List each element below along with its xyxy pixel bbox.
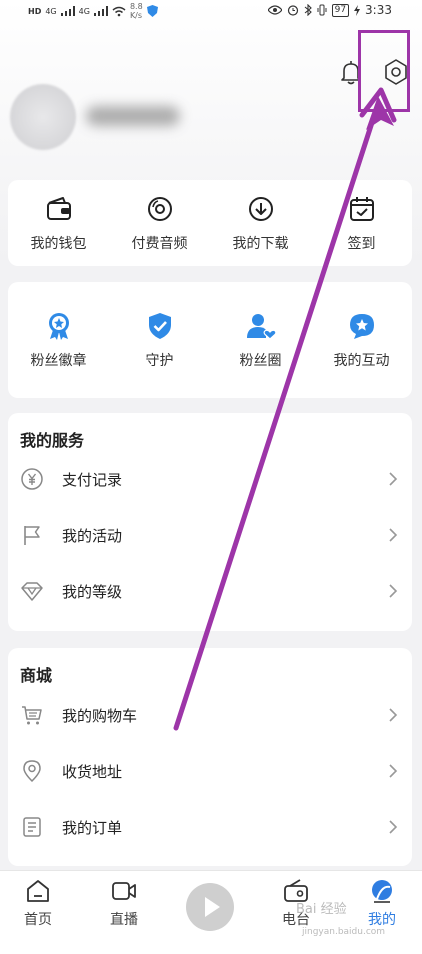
location-icon (23, 760, 41, 783)
hd-label: HD (28, 6, 42, 16)
service-row-activities[interactable]: 我的活动 (8, 515, 412, 555)
services-card: 我的服务 支付记录 我的活动 我的等级 (8, 413, 412, 631)
battery-level: 97 (331, 3, 350, 17)
watermark: Bai 经验 (296, 902, 347, 917)
chevron-right-icon (389, 528, 398, 542)
quick-action-wallet[interactable]: 我的钱包 (8, 180, 109, 266)
chevron-right-icon (389, 820, 398, 834)
vibrate-icon (317, 4, 327, 16)
services-title: 我的服务 (20, 431, 85, 450)
status-bar: HD 4G 4G 8.8 K/s 97 3:33 (0, 0, 422, 24)
fan-actions-card: 粉丝徽章 守护 粉丝圈 我的互动 (8, 282, 412, 398)
status-right: 97 3:33 (267, 3, 392, 17)
fan-circle-icon (246, 314, 276, 340)
cart-icon (22, 706, 42, 725)
shield-check-icon (148, 313, 171, 339)
chevron-right-icon (389, 472, 398, 486)
fan-action-label: 我的互动 (333, 353, 390, 369)
username-blurred[interactable] (86, 106, 180, 126)
mall-label: 我的购物车 (62, 706, 138, 725)
mall-label: 收货地址 (62, 762, 123, 781)
mall-row-address[interactable]: 收货地址 (8, 751, 412, 791)
shield-status-icon (146, 5, 158, 17)
yen-icon (21, 468, 43, 490)
bluetooth-icon (304, 4, 312, 16)
calendar-check-icon (349, 197, 374, 221)
mall-card: 商城 我的购物车 收货地址 我的订单 (8, 648, 412, 866)
play-icon (205, 897, 220, 917)
quick-action-downloads[interactable]: 我的下载 (210, 180, 311, 266)
chevron-right-icon (389, 708, 398, 722)
speed-readout: 8.8 K/s (130, 2, 143, 20)
diamond-icon (21, 582, 43, 601)
eye-icon (267, 5, 282, 15)
service-label: 我的等级 (62, 582, 123, 601)
live-camera-icon (112, 882, 136, 900)
wifi-icon (112, 6, 126, 16)
tab-label: 首页 (24, 912, 52, 928)
alarm-icon (287, 5, 298, 16)
fan-action-label: 粉丝圈 (239, 353, 282, 369)
order-icon (23, 817, 41, 837)
service-label: 我的活动 (62, 526, 123, 545)
chevron-right-icon (389, 584, 398, 598)
medal-icon (48, 313, 69, 340)
signal-icon (60, 6, 75, 16)
star-bubble-icon (349, 314, 374, 339)
quick-action-label: 签到 (347, 236, 376, 252)
mall-row-cart[interactable]: 我的购物车 (8, 695, 412, 735)
fan-action-label: 粉丝徽章 (30, 353, 87, 369)
mall-label: 我的订单 (62, 818, 123, 837)
watermark-url: jingyan.baidu.com (302, 927, 386, 937)
network-4g-label-2: 4G (78, 6, 90, 16)
service-label: 支付记录 (62, 470, 123, 489)
avatar[interactable] (10, 84, 76, 150)
annotation-highlight-box (358, 30, 410, 112)
quick-actions-card: 我的钱包 付费音频 我的下载 签到 (8, 180, 412, 266)
download-icon (248, 197, 273, 221)
play-button[interactable] (186, 883, 234, 931)
status-left: HD 4G 4G 8.8 K/s (28, 2, 158, 20)
speed-value: 8.8 (129, 2, 143, 11)
flag-icon (24, 526, 40, 545)
network-4g-label: 4G (45, 6, 57, 16)
profile-icon (372, 880, 392, 903)
fan-action-badge[interactable]: 粉丝徽章 (8, 282, 109, 398)
speed-unit: K/s (129, 11, 143, 20)
quick-action-label: 我的钱包 (30, 236, 87, 252)
tab-label: 直播 (110, 912, 138, 928)
tab-me[interactable]: 我的 (352, 877, 412, 929)
fan-action-label: 守护 (145, 353, 174, 369)
mall-row-orders[interactable]: 我的订单 (8, 807, 412, 847)
fan-action-guard[interactable]: 守护 (109, 282, 210, 398)
bottom-tab-bar: 首页 直播 电台 我的 Bai 经验 jingyan.baidu.com (0, 870, 422, 954)
signal-icon-2 (93, 6, 108, 16)
quick-action-label: 付费音频 (131, 236, 188, 252)
quick-action-paid-audio[interactable]: 付费音频 (109, 180, 210, 266)
quick-action-label: 我的下载 (232, 236, 289, 252)
disc-icon (147, 197, 172, 221)
charging-icon (354, 4, 361, 16)
chevron-right-icon (389, 764, 398, 778)
quick-action-checkin[interactable]: 签到 (311, 180, 412, 266)
home-icon (27, 880, 49, 902)
service-row-level[interactable]: 我的等级 (8, 571, 412, 611)
fan-action-interaction[interactable]: 我的互动 (311, 282, 412, 398)
tab-label: 我的 (368, 912, 396, 928)
clock: 3:33 (365, 3, 392, 17)
wallet-icon (46, 197, 71, 220)
tab-home[interactable]: 首页 (8, 877, 68, 929)
tab-live[interactable]: 直播 (94, 877, 154, 929)
fan-action-circle[interactable]: 粉丝圈 (210, 282, 311, 398)
service-row-payment[interactable]: 支付记录 (8, 459, 412, 499)
mall-title: 商城 (20, 666, 53, 685)
